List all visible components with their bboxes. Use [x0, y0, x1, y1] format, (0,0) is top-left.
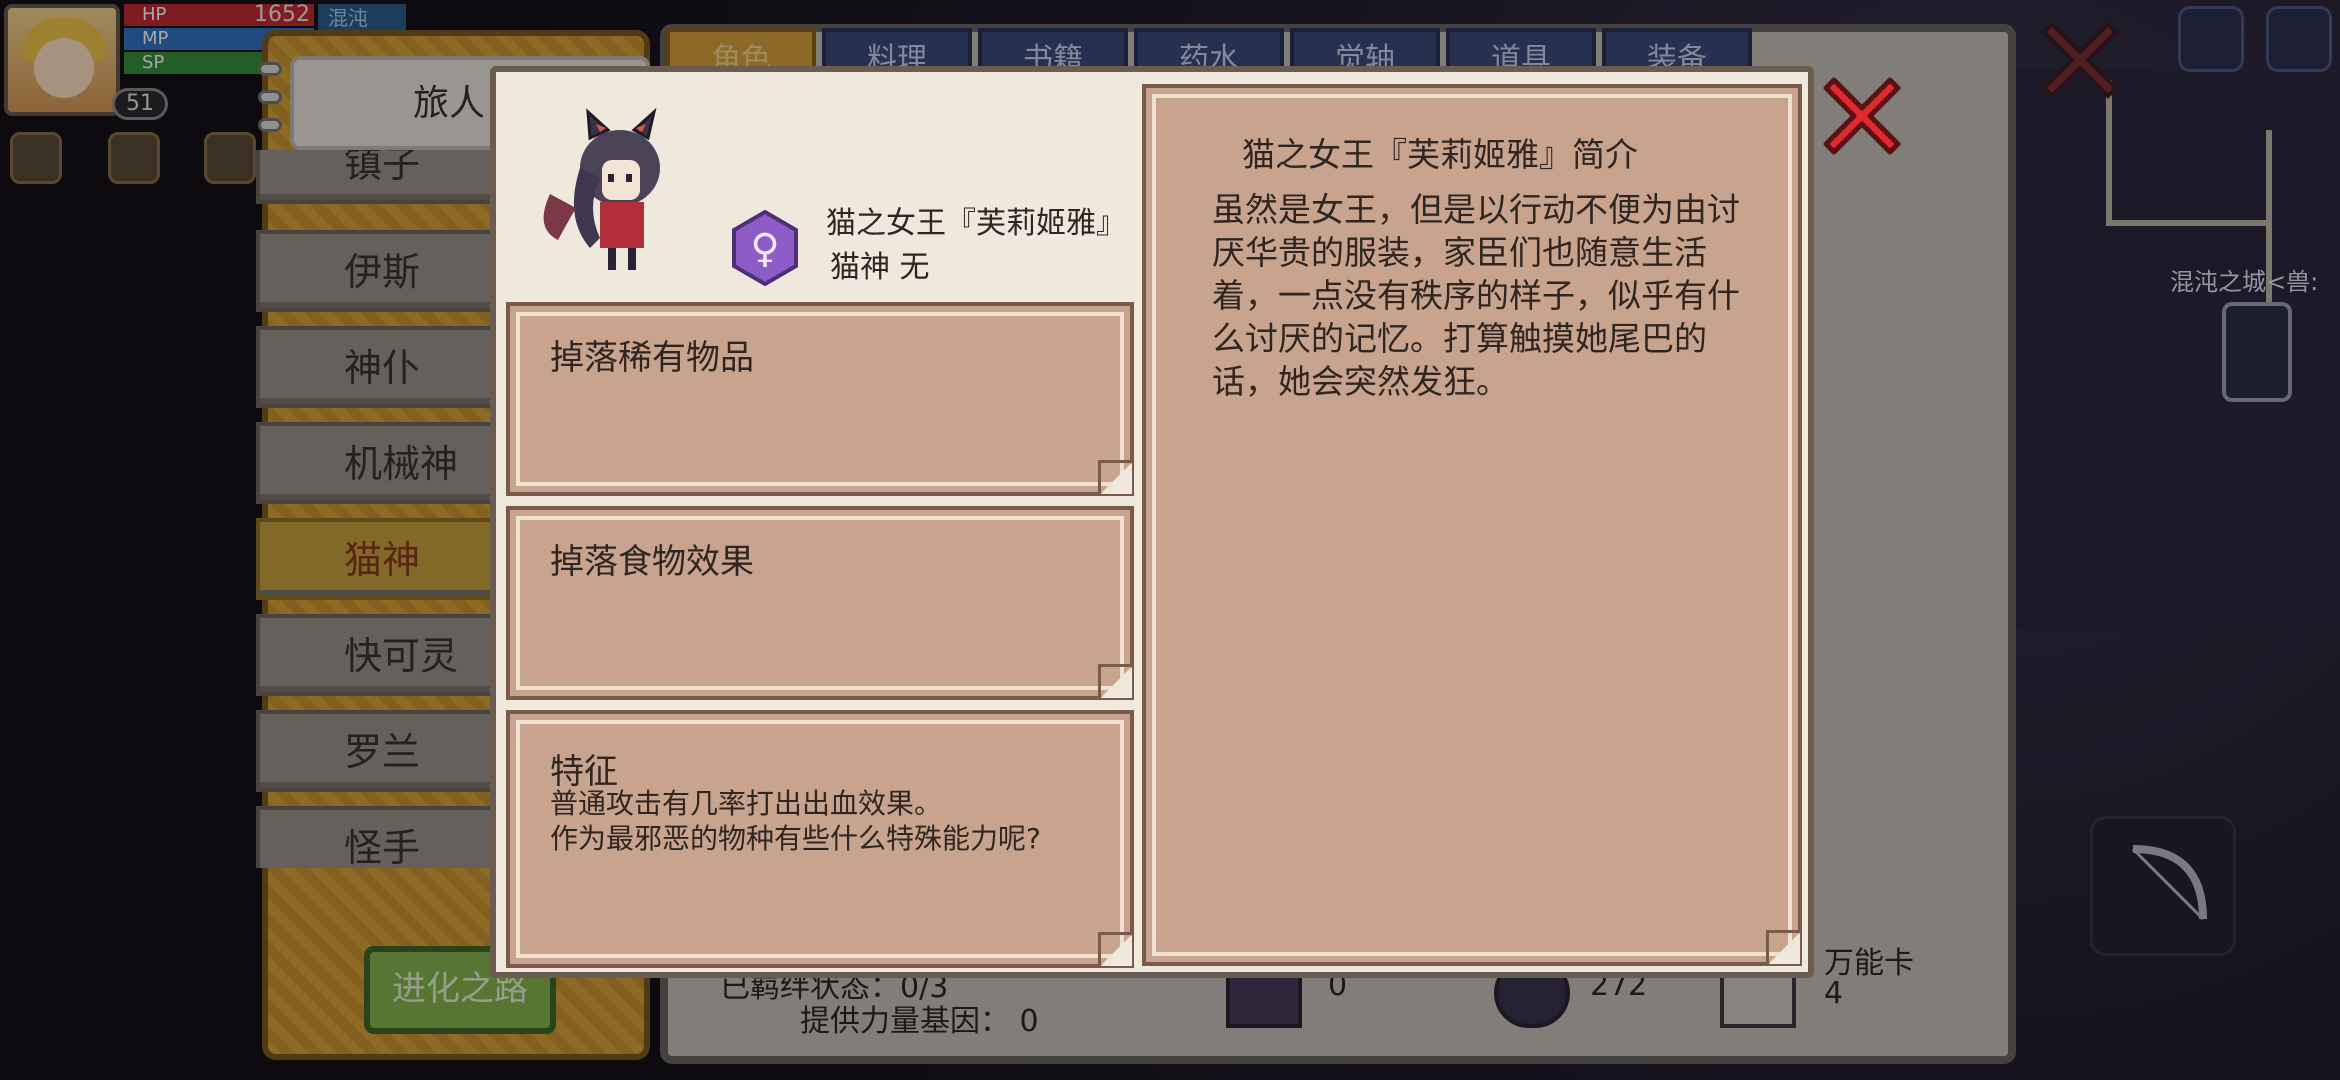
drop-food-effect-card: 掉落食物效果 [506, 506, 1134, 700]
description-body: 虽然是女王，但是以行动不便为由讨厌华贵的服装，家臣们也随意生活着，一点没有秩序的… [1212, 190, 1740, 401]
traits-body: 普通攻击有几率打出出血效果。 作为最邪恶的物种有些什么特殊能力呢? [550, 787, 1041, 855]
drop-rare-items-title: 掉落稀有物品 [550, 338, 754, 378]
character-subtitle: 猫神 无 [830, 250, 930, 285]
description-title: 猫之女王『芙莉姬雅』简介 [1242, 135, 1638, 174]
card-corner [1098, 932, 1132, 966]
card-corner [1098, 460, 1132, 494]
character-sprite [543, 108, 660, 270]
character-name: 猫之女王『芙莉姬雅』 [826, 206, 1126, 241]
drop-rare-items-card: 掉落稀有物品 [506, 302, 1134, 496]
character-description-card: 猫之女王『芙莉姬雅』简介 虽然是女王，但是以行动不便为由讨厌华贵的服装，家臣们也… [1142, 84, 1802, 966]
drop-food-effect-title: 掉落食物效果 [550, 542, 754, 582]
close-icon[interactable] [1822, 74, 1902, 158]
traits-card: 特征 普通攻击有几率打出出血效果。 作为最邪恶的物种有些什么特殊能力呢? [506, 710, 1134, 968]
card-corner [1098, 664, 1132, 698]
female-gender-icon: ♀ [732, 210, 798, 286]
gender-symbol: ♀ [750, 226, 779, 272]
card-corner [1766, 930, 1800, 964]
